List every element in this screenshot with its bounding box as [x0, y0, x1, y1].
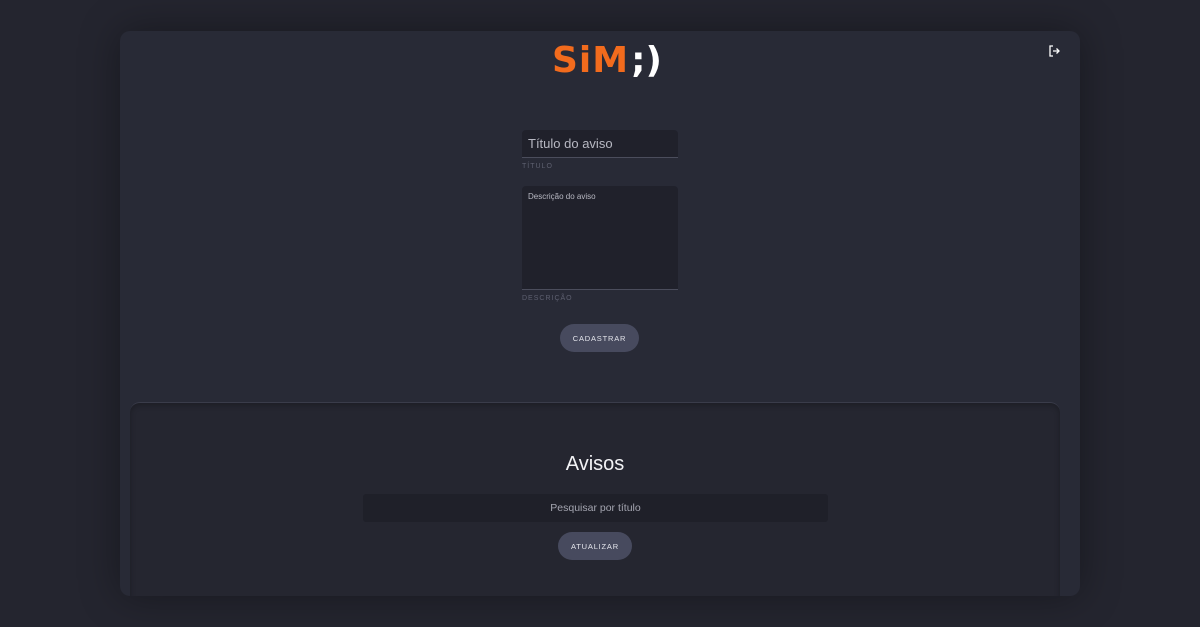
update-button[interactable]: ATUALIZAR	[558, 532, 632, 560]
logo: SiM ;)	[552, 37, 662, 83]
title-input[interactable]	[522, 130, 678, 158]
description-input[interactable]	[522, 186, 678, 290]
logout-icon	[1049, 45, 1060, 57]
logo-smile: ;)	[631, 39, 662, 81]
logo-text: SiM	[552, 39, 630, 81]
notices-heading: Avisos	[565, 453, 625, 475]
search-input[interactable]	[363, 494, 828, 522]
app-card: SiM ;) TÍTULO DESCRIÇÃO CADASTRAR Avisos…	[120, 31, 1080, 596]
logout-button[interactable]	[1046, 43, 1062, 59]
register-button[interactable]: CADASTRAR	[560, 324, 639, 352]
notice-form: TÍTULO DESCRIÇÃO	[522, 130, 678, 302]
notices-panel: Avisos ATUALIZAR	[130, 402, 1060, 596]
description-label: DESCRIÇÃO	[522, 295, 573, 302]
title-label: TÍTULO	[522, 163, 553, 170]
